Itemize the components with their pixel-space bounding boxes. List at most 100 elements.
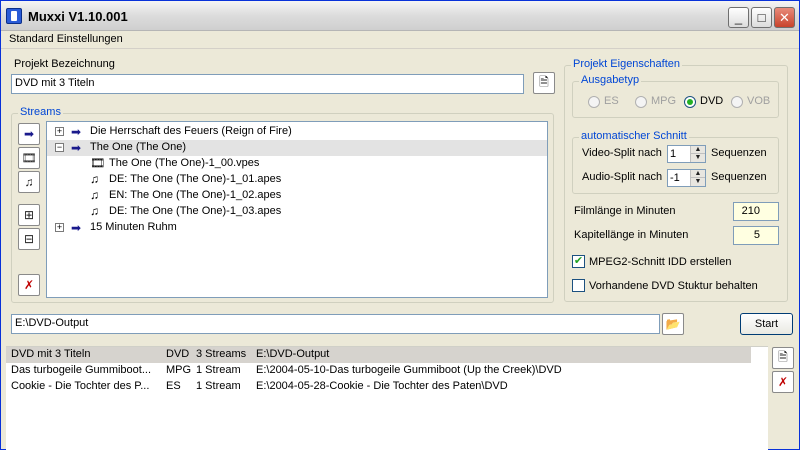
minimize-button[interactable]: _	[728, 7, 749, 28]
expand-icon[interactable]: +	[55, 127, 64, 136]
radio-mpg-label: MPG	[651, 95, 677, 107]
tree-row[interactable]: + ➡ 15 Minuten Ruhm	[47, 220, 547, 236]
collapse-all-button[interactable]: ⊟	[18, 228, 40, 250]
project-name-input[interactable]: DVD mit 3 Titeln	[11, 74, 524, 94]
spin-up-icon[interactable]: ▲	[691, 146, 705, 154]
job-queue-list[interactable]: DVD mit 3 Titeln DVD 3 Streams E:\DVD-Ou…	[6, 346, 768, 451]
tree-row[interactable]: ♫ DE: The One (The One)-1_01.apes	[47, 172, 547, 188]
job-streams: 1 Stream	[196, 380, 241, 392]
tree-row-label: DE: The One (The One)-1_01.apes	[109, 173, 282, 185]
film-icon: 🎞	[21, 151, 37, 165]
job-type: ES	[166, 380, 181, 392]
spin-down-icon[interactable]: ▼	[691, 178, 705, 186]
delete-stream-button[interactable]: ✗	[18, 274, 40, 296]
delete-icon: ✗	[23, 278, 35, 292]
expand-all-button[interactable]: ⊞	[18, 204, 40, 226]
radio-vob[interactable]	[731, 96, 743, 108]
delete-icon: ✗	[777, 375, 789, 389]
spin-down-icon[interactable]: ▼	[691, 154, 705, 162]
table-row[interactable]: Das turbogeile Gummiboot... MPG 1 Stream…	[6, 363, 751, 379]
add-video-button[interactable]: 🎞	[18, 147, 40, 169]
new-job-button[interactable]: 🗎	[772, 347, 794, 369]
project-name-label: Projekt Bezeichnung	[14, 58, 115, 70]
audio-split-label: Audio-Split nach	[582, 171, 663, 183]
mpeg2-checkbox[interactable]: ✔	[572, 255, 585, 268]
output-path-input[interactable]: E:\DVD-Output	[11, 314, 660, 334]
folder-icon: 📂	[665, 317, 681, 331]
job-path: E:\2004-05-28-Cookie - Die Tochter des P…	[256, 380, 508, 392]
collapse-icon[interactable]: −	[55, 143, 64, 152]
table-row[interactable]: Cookie - Die Tochter des P... ES 1 Strea…	[6, 379, 751, 395]
film-length-input[interactable]: 210	[733, 202, 779, 221]
music-note-icon: ♫	[90, 204, 99, 218]
project-file-button[interactable]: 🗎	[533, 72, 555, 94]
add-stream-button[interactable]: ➡	[18, 123, 40, 145]
title-bar[interactable]: Muxxi V1.10.001 _ □ ✕	[1, 1, 799, 31]
audio-split-stepper[interactable]: -1 ▲ ▼	[667, 169, 706, 187]
streams-group-title: Streams	[18, 106, 63, 118]
expand-icon[interactable]: +	[55, 223, 64, 232]
job-name: Das turbogeile Gummiboot...	[11, 364, 152, 376]
radio-vob-label: VOB	[747, 95, 771, 107]
app-icon	[6, 8, 22, 24]
dvd-structure-checkbox[interactable]	[572, 279, 585, 292]
video-split-label: Video-Split nach	[582, 147, 662, 159]
video-split-stepper[interactable]: 1 ▲ ▼	[667, 145, 706, 163]
tree-row[interactable]: + ➡ Die Herrschaft des Feuers (Reign of …	[47, 124, 547, 140]
arrow-icon: ➡	[71, 141, 82, 155]
tree-row-label: The One (The One)	[90, 141, 186, 153]
auto-cut-title: automatischer Schnitt	[579, 130, 689, 142]
chapter-length-input[interactable]: 5	[733, 226, 779, 245]
job-streams: 3 Streams	[196, 348, 247, 360]
tree-row[interactable]: 🎞 The One (The One)-1_00.vpes	[47, 156, 547, 172]
radio-es[interactable]	[588, 96, 600, 108]
mpeg2-checkbox-label: MPEG2-Schnitt IDD erstellen	[589, 256, 732, 268]
tree-row-label: DE: The One (The One)-1_03.apes	[109, 205, 282, 217]
music-note-icon: ♫	[90, 188, 99, 202]
video-split-value: 1	[670, 148, 677, 160]
audio-split-unit: Sequenzen	[711, 171, 767, 183]
job-streams: 1 Stream	[196, 364, 241, 376]
film-length-label: Filmlänge in Minuten	[574, 205, 676, 217]
job-type: DVD	[166, 348, 190, 360]
tree-row[interactable]: − ➡ The One (The One)	[47, 140, 547, 156]
spin-buttons: ▲ ▼	[690, 170, 705, 186]
tree-row-label: 15 Minuten Ruhm	[90, 221, 177, 233]
spin-up-icon[interactable]: ▲	[691, 170, 705, 178]
maximize-button[interactable]: □	[751, 7, 772, 28]
job-path: E:\DVD-Output	[256, 348, 330, 360]
arrow-icon: ➡	[71, 125, 82, 139]
tree-row-label: Die Herrschaft des Feuers (Reign of Fire…	[90, 125, 292, 137]
audio-split-value: -1	[670, 172, 680, 184]
window-title: Muxxi V1.10.001	[28, 9, 128, 24]
menu-bar: Standard Einstellungen	[1, 31, 799, 49]
arrow-right-icon: ➡	[23, 127, 35, 141]
tree-row-label: The One (The One)-1_00.vpes	[109, 157, 260, 169]
browse-folder-button[interactable]: 📂	[662, 313, 684, 335]
radio-dvd[interactable]	[684, 96, 696, 108]
minus-icon: ⊟	[23, 232, 35, 246]
chapter-length-label: Kapitellänge in Minuten	[574, 229, 689, 241]
spin-buttons: ▲ ▼	[690, 146, 705, 162]
close-button[interactable]: ✕	[774, 7, 795, 28]
delete-job-button[interactable]: ✗	[772, 371, 794, 393]
output-type-title: Ausgabetyp	[579, 74, 642, 86]
plus-icon: ⊞	[23, 208, 35, 222]
radio-mpg[interactable]	[635, 96, 647, 108]
add-audio-button[interactable]: ♫	[18, 171, 40, 193]
project-properties-title: Projekt Eigenschaften	[571, 58, 683, 70]
start-button[interactable]: Start	[740, 313, 793, 335]
table-row[interactable]: DVD mit 3 Titeln DVD 3 Streams E:\DVD-Ou…	[6, 347, 751, 363]
job-type: MPG	[166, 364, 192, 376]
job-name: DVD mit 3 Titeln	[11, 348, 91, 360]
arrow-icon: ➡	[71, 221, 82, 235]
music-note-icon: ♫	[24, 175, 34, 189]
job-path: E:\2004-05-10-Das turbogeile Gummiboot (…	[256, 364, 562, 376]
dvd-structure-checkbox-label: Vorhandene DVD Stuktur behalten	[589, 280, 758, 292]
radio-dvd-label: DVD	[700, 95, 724, 107]
menu-standard-einstellungen[interactable]: Standard Einstellungen	[9, 33, 123, 45]
tree-row[interactable]: ♫ DE: The One (The One)-1_03.apes	[47, 204, 547, 220]
film-icon: 🎞	[90, 156, 106, 170]
tree-row[interactable]: ♫ EN: The One (The One)-1_02.apes	[47, 188, 547, 204]
streams-tree[interactable]: + ➡ Die Herrschaft des Feuers (Reign of …	[46, 121, 548, 298]
